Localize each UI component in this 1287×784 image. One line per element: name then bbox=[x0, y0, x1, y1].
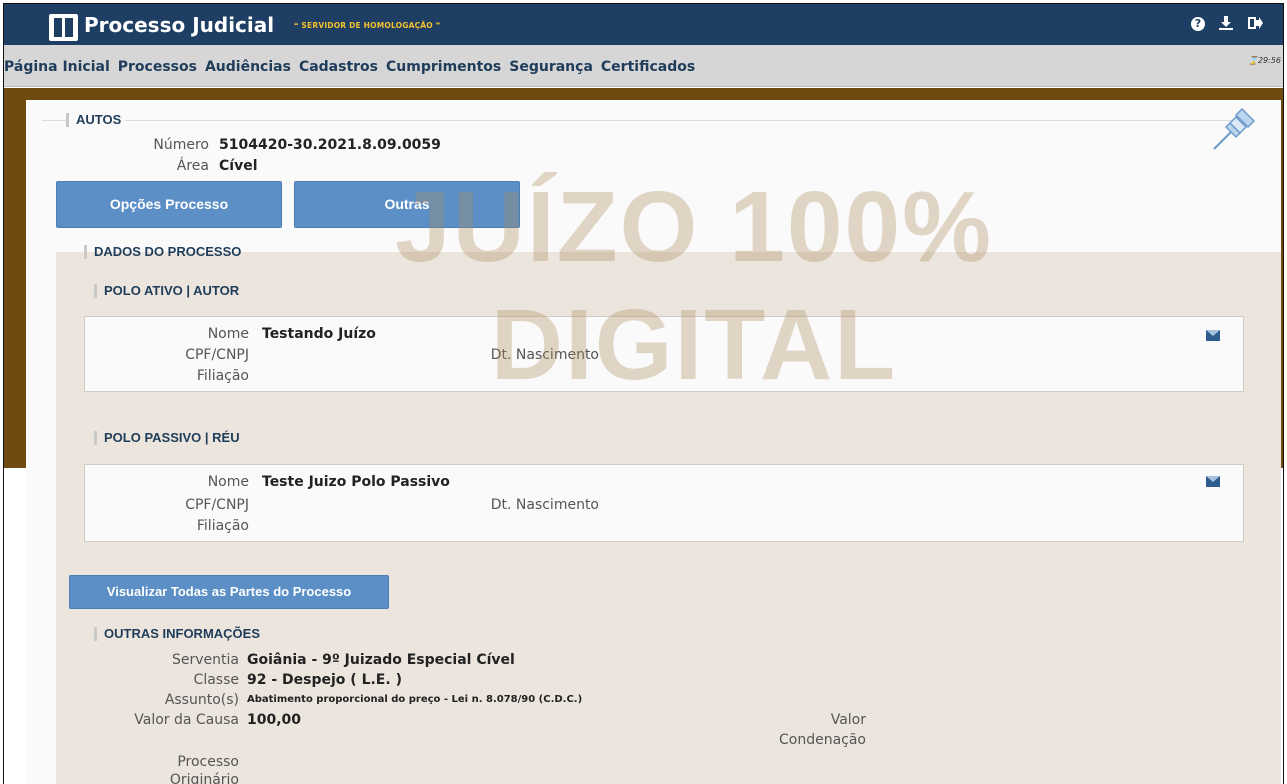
main-menu: Página Inicial Processos Audiências Cada… bbox=[4, 59, 703, 75]
valor-condenacao-label-2: Condenação bbox=[778, 732, 866, 748]
classe-value: 92 - Despejo ( L.E. ) bbox=[247, 672, 402, 688]
numero-label: Número bbox=[153, 137, 209, 153]
polo-ativo-legend: POLO ATIVO | AUTOR bbox=[94, 283, 243, 298]
ativo-filiacao-label: Filiação bbox=[196, 368, 249, 384]
menu-item-audiencias[interactable]: Audiências bbox=[205, 59, 291, 75]
valor-causa-value: 100,00 bbox=[247, 712, 302, 728]
valor-condenacao-label-1: Valor bbox=[830, 712, 866, 728]
processo-originario-label-2: Originário bbox=[169, 772, 239, 784]
passivo-mail-icon[interactable] bbox=[1206, 476, 1220, 487]
classe-label: Classe bbox=[193, 672, 239, 688]
passivo-filiacao-label: Filiação bbox=[196, 518, 249, 534]
menu-item-processos[interactable]: Processos bbox=[118, 59, 197, 75]
menu-item-certificados[interactable]: Certificados bbox=[601, 59, 695, 75]
ativo-nome-label: Nome bbox=[207, 326, 249, 342]
autos-border bbox=[42, 120, 1250, 121]
menu-item-cadastros[interactable]: Cadastros bbox=[299, 59, 378, 75]
outras-button[interactable]: Outras bbox=[294, 181, 520, 228]
session-timer: ⌛29:56 bbox=[1248, 56, 1281, 65]
polo-ativo-box bbox=[84, 316, 1244, 392]
top-header: Processo Judicial ❝ SERVIDOR DE HOMOLOGA… bbox=[4, 4, 1283, 45]
serventia-label: Serventia bbox=[172, 652, 239, 668]
area-label: Área bbox=[176, 158, 209, 174]
menu-item-seguranca[interactable]: Segurança bbox=[509, 59, 593, 75]
help-icon[interactable]: ? bbox=[1191, 17, 1205, 31]
assunto-value: Abatimento proporcional do preço - Lei n… bbox=[247, 694, 583, 705]
ativo-nascimento-label: Dt. Nascimento bbox=[490, 347, 599, 363]
outras-info-legend: OUTRAS INFORMAÇÕES bbox=[94, 626, 264, 641]
session-timer-value: 29:56 bbox=[1257, 56, 1281, 65]
autos-legend: AUTOS bbox=[66, 112, 126, 127]
processo-originario-label-1: Processo bbox=[177, 754, 239, 770]
passivo-nome-label: Nome bbox=[207, 474, 249, 490]
opcoes-processo-button[interactable]: Opções Processo bbox=[56, 181, 282, 228]
menu-item-pagina-inicial[interactable]: Página Inicial bbox=[4, 59, 110, 75]
top-icons: ? bbox=[1191, 15, 1265, 33]
passivo-nascimento-label: Dt. Nascimento bbox=[490, 497, 599, 513]
passivo-nome-value: Teste Juizo Polo Passivo bbox=[262, 474, 450, 490]
main-menu-bar: Página Inicial Processos Audiências Cada… bbox=[4, 45, 1283, 87]
download-icon[interactable] bbox=[1217, 15, 1235, 33]
server-tag: ❝ SERVIDOR DE HOMOLOGAÇÃO ❞ bbox=[294, 21, 441, 30]
app-window: Processo Judicial ❝ SERVIDOR DE HOMOLOGA… bbox=[3, 3, 1284, 784]
hourglass-icon: ⌛ bbox=[1247, 56, 1258, 65]
valor-causa-label: Valor da Causa bbox=[134, 712, 239, 728]
passivo-cpf-label: CPF/CNPJ bbox=[185, 497, 249, 513]
ativo-nome-value: Testando Juízo bbox=[262, 326, 376, 342]
assunto-label: Assunto(s) bbox=[164, 692, 239, 708]
dados-legend: DADOS DO PROCESSO bbox=[84, 244, 245, 259]
app-logo[interactable] bbox=[49, 14, 78, 41]
serventia-value: Goiânia - 9º Juizado Especial Cível bbox=[247, 652, 515, 668]
area-value: Cível bbox=[219, 158, 258, 174]
polo-passivo-legend: POLO PASSIVO | RÉU bbox=[94, 430, 244, 445]
visualizar-partes-button[interactable]: Visualizar Todas as Partes do Processo bbox=[69, 575, 389, 609]
numero-value: 5104420-30.2021.8.09.0059 bbox=[219, 137, 441, 153]
polo-passivo-box bbox=[84, 464, 1244, 542]
ativo-cpf-label: CPF/CNPJ bbox=[185, 347, 249, 363]
menu-item-cumprimentos[interactable]: Cumprimentos bbox=[386, 59, 501, 75]
logout-icon[interactable] bbox=[1247, 15, 1265, 33]
pin-icon[interactable] bbox=[1210, 101, 1262, 153]
app-title[interactable]: Processo Judicial bbox=[84, 13, 274, 37]
ativo-mail-icon[interactable] bbox=[1206, 330, 1220, 341]
